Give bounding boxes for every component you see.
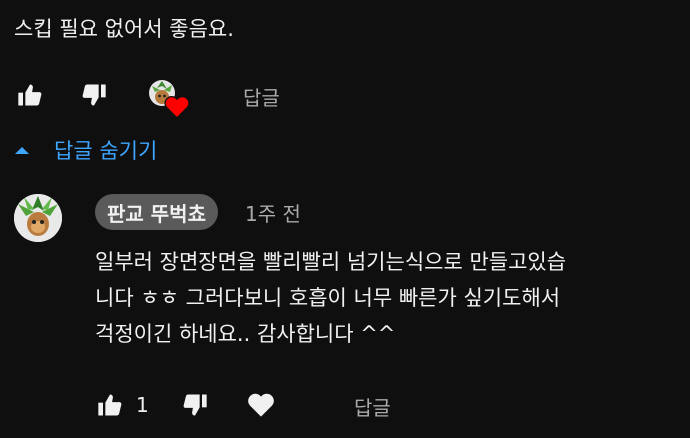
comment-actions <box>14 80 110 110</box>
heart-icon[interactable] <box>245 390 277 420</box>
hide-replies-label: 답글 숨기기 <box>54 139 158 163</box>
comment-text: 스킵 필요 없어서 좋음요. <box>14 17 234 41</box>
creator-heart-badge <box>147 78 191 122</box>
caret-up-icon <box>14 145 30 155</box>
reply-text-line: 니다 ㅎㅎ 그러다보니 호흡이 너무 빠른가 싶기도해서 <box>95 286 561 310</box>
heart-icon <box>164 95 190 119</box>
thumbs-down-icon[interactable] <box>78 80 110 110</box>
reply-text-line: 걱정이긴 하네요.. 감사합니다 ^^ <box>95 322 396 346</box>
reply-button[interactable]: 답글 <box>354 392 391 421</box>
reply-text: 일부러 장면장면을 빨리빨리 넘기는식으로 만들고있습 니다 ㅎㅎ 그러다보니 … <box>95 244 680 352</box>
like-count: 1 <box>136 393 149 417</box>
thumbs-down-icon[interactable] <box>179 390 211 420</box>
thumbs-up-icon[interactable] <box>94 390 126 420</box>
reply-actions: 1 <box>94 390 277 420</box>
hide-replies-button[interactable]: 답글 숨기기 <box>14 135 157 165</box>
reply-text-line: 일부러 장면장면을 빨리빨리 넘기는식으로 만들고있습 <box>95 250 567 274</box>
reply-button[interactable]: 답글 <box>243 82 280 111</box>
avatar[interactable] <box>14 194 62 242</box>
reply-timestamp[interactable]: 1주 전 <box>245 198 301 227</box>
reply-author-chip[interactable]: 판교 뚜벅쵸 <box>95 194 218 230</box>
thumbs-up-icon[interactable] <box>14 80 46 110</box>
